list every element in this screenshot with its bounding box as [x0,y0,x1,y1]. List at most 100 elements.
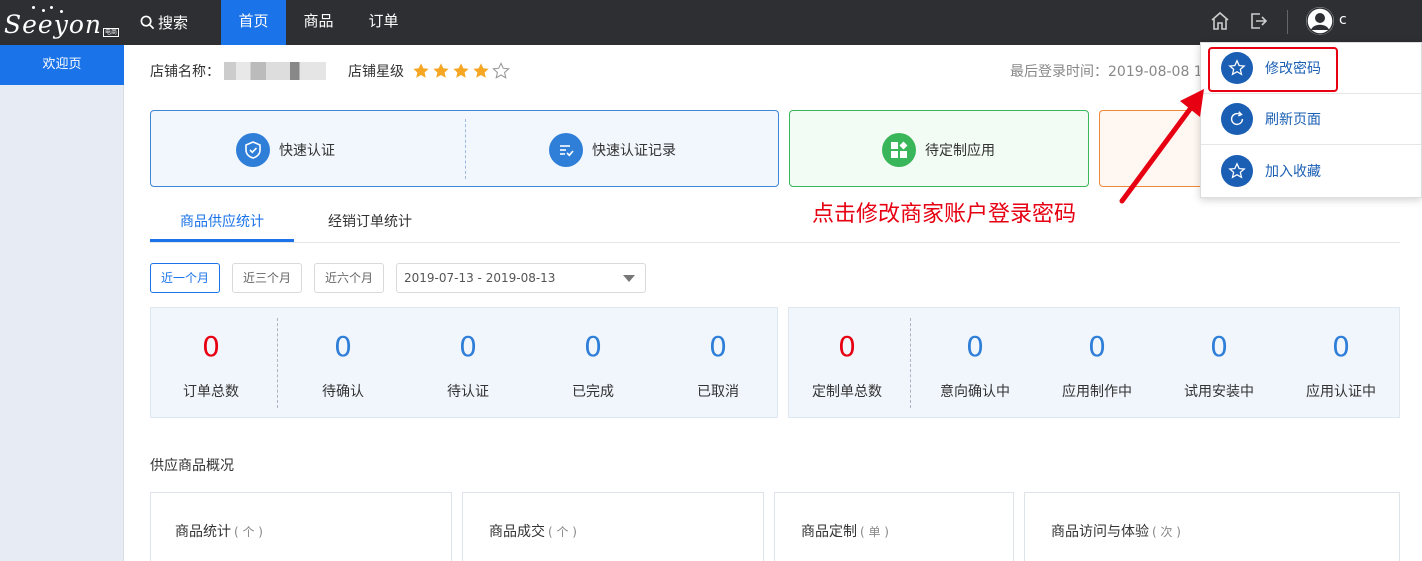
menu-item-add-favorite[interactable]: 加入收藏 [1201,145,1421,196]
date-range-select[interactable]: 2019-07-13 - 2019-08-13 [396,263,646,293]
quick-card-certification: 快速认证 快速认证记录 [150,110,779,187]
stat-value: 0 [584,330,602,363]
overview-card-unit: ( 单 ) [860,525,889,539]
stat-intent-confirming[interactable]: 0 意向确认中 [914,308,1036,419]
stat-label: 定制单总数 [812,384,882,400]
stat-label: 已完成 [572,384,614,400]
date-range-value: 2019-07-13 - 2019-08-13 [404,271,556,285]
tab-supply-stats[interactable]: 商品供应统计 [180,211,264,231]
pending-apps-button[interactable]: 待定制应用 [882,133,995,167]
star-filled-icon [433,63,449,78]
brand-logo[interactable]: Seeyon 电商 [4,6,122,40]
filter-last-month[interactable]: 近一个月 [150,263,220,293]
quick-certify-record-button[interactable]: 快速认证记录 [549,133,676,167]
order-stats-panel: 0 订单总数 0 待确认 0 待认证 0 已完成 0 已取消 [150,307,778,418]
store-rating-label: 店铺星级 [348,64,404,80]
stat-label: 待确认 [322,384,364,400]
stat-label: 意向确认中 [940,384,1010,400]
star-icon [1221,154,1253,187]
store-info: 店铺名称： 店铺星级 [150,61,512,81]
menu-item-refresh-page[interactable]: 刷新页面 [1201,94,1421,145]
stat-order-total[interactable]: 0 订单总数 [151,308,271,419]
stat-value: 0 [1088,330,1106,363]
sidebar-item-welcome[interactable]: 欢迎页 [0,45,124,85]
store-name-label: 店铺名称： [150,64,220,80]
overview-card-unit: ( 个 ) [234,525,263,539]
store-name-blurred [224,62,344,80]
filter-last-six-months[interactable]: 近六个月 [314,263,384,293]
overview-card-title: 商品访问与体验 [1051,524,1149,540]
quick-certify-record-label: 快速认证记录 [592,143,676,159]
filter-last-three-months[interactable]: 近三个月 [232,263,302,293]
nav-orders[interactable]: 订单 [351,0,416,45]
user-name[interactable]: c [1339,12,1347,28]
home-icon[interactable] [1209,10,1231,32]
record-check-icon [549,133,583,167]
stat-pending-confirm[interactable]: 0 待确认 [281,308,405,419]
stat-trial-installing[interactable]: 0 试用安装中 [1158,308,1280,419]
overview-title: 供应商品概况 [150,458,234,474]
search-label: 搜索 [158,14,189,32]
overview-card-title: 商品成交 [489,524,545,540]
stat-value: 0 [966,330,984,363]
stat-label: 已取消 [697,384,739,400]
stat-custom-total[interactable]: 0 定制单总数 [789,308,905,419]
shield-check-icon [236,133,270,167]
search-button[interactable]: 搜索 [140,12,188,33]
stat-app-building[interactable]: 0 应用制作中 [1036,308,1158,419]
stat-value: 0 [1332,330,1350,363]
tab-distribution-orders[interactable]: 经销订单统计 [328,211,412,231]
stat-cancelled[interactable]: 0 已取消 [656,308,780,419]
caret-down-icon [623,275,635,282]
stat-value: 0 [838,330,856,363]
logo-text: Seeyon [4,10,102,39]
logo-badge: 电商 [103,28,120,37]
stat-value: 0 [459,330,477,363]
stat-pending-certify[interactable]: 0 待认证 [406,308,530,419]
annotation-highlight-box [1208,47,1338,92]
overview-card-title: 商品定制 [801,524,857,540]
search-icon [140,15,155,30]
quick-certify-label: 快速认证 [279,143,335,159]
quick-card-pending-apps[interactable]: 待定制应用 [789,110,1089,187]
sidebar: 欢迎页 [0,45,124,561]
refresh-icon [1221,103,1253,135]
quick-card-separator [465,119,466,179]
stat-value: 0 [202,330,220,363]
stat-label: 待认证 [447,384,489,400]
tab-active-indicator [150,239,294,242]
store-rating-stars [412,62,512,80]
overview-card-unit: ( 次 ) [1152,525,1181,539]
quick-certify-button[interactable]: 快速认证 [236,133,335,167]
star-empty-icon [492,62,510,79]
stat-label: 应用制作中 [1062,384,1132,400]
apps-icon [882,133,916,167]
overview-card-product-visits: 商品访问与体验( 次 ) [1024,492,1400,561]
custom-stats-panel: 0 定制单总数 0 意向确认中 0 应用制作中 0 试用安装中 0 应用认证中 [788,307,1400,418]
annotation-text: 点击修改商家账户登录密码 [812,202,1077,227]
stat-app-certifying[interactable]: 0 应用认证中 [1280,308,1402,419]
stat-separator [910,318,911,408]
stat-value: 0 [709,330,727,363]
avatar-icon[interactable] [1306,7,1334,35]
nav-home[interactable]: 首页 [221,0,286,45]
overview-card-title: 商品统计 [175,524,231,540]
logout-icon[interactable] [1247,10,1269,32]
menu-item-label: 刷新页面 [1265,112,1321,128]
stat-value: 0 [334,330,352,363]
star-filled-icon [473,63,489,78]
topbar-divider [1287,10,1288,34]
stat-label: 订单总数 [183,384,239,400]
nav-products[interactable]: 商品 [286,0,351,45]
overview-card-product-deals: 商品成交( 个 ) [462,492,764,561]
stat-label: 应用认证中 [1306,384,1376,400]
stat-label: 试用安装中 [1184,384,1254,400]
pending-apps-label: 待定制应用 [925,143,995,159]
star-filled-icon [413,63,429,78]
annotation-arrow-icon [1119,89,1204,204]
stat-completed[interactable]: 0 已完成 [531,308,655,419]
overview-card-product-stats: 商品统计( 个 ) [150,492,452,561]
top-bar: Seeyon 电商 搜索 首页 商品 订单 c [0,0,1422,45]
stat-value: 0 [1210,330,1228,363]
overview-card-unit: ( 个 ) [548,525,577,539]
